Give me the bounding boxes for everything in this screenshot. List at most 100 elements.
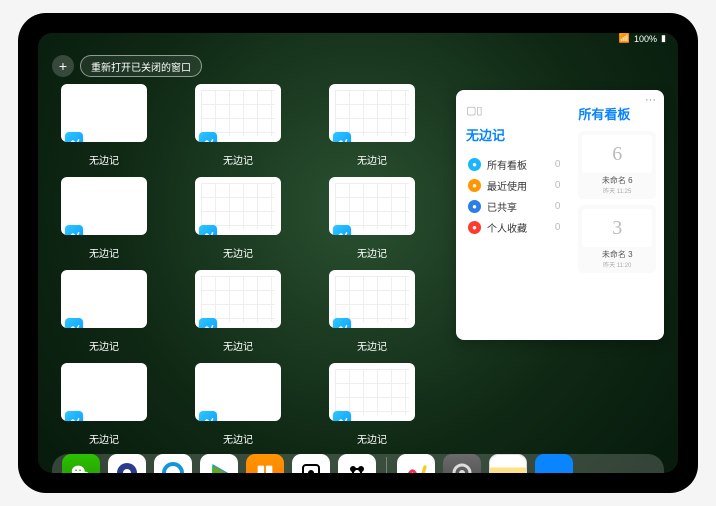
freeform-app-icon[interactable] [397,454,435,473]
freeform-app-icon [333,318,351,328]
sidebar-item[interactable]: ● 所有看板 0 [466,154,562,175]
app-icon[interactable] [338,454,376,473]
window-thumbnail[interactable]: 无边记 [320,177,424,260]
notes-app-icon[interactable] [489,454,527,473]
sidebar-item-icon: ● [468,179,481,192]
thumbnail-label: 无边记 [223,338,253,353]
tencent-video-app-icon[interactable] [200,454,238,473]
dock-divider [386,457,387,473]
freeform-app-icon [65,318,83,328]
content-title: 所有看板 [578,104,656,123]
thumbnail-label: 无边记 [89,152,119,167]
window-thumbnail[interactable]: 无边记 [52,363,156,446]
board-time: 昨天 11:25 [603,186,631,195]
thumbnail-label: 无边记 [89,431,119,446]
board-card[interactable]: 6 未命名 6昨天 11:25 [578,131,656,199]
board-card[interactable]: 3 未命名 3昨天 11:20 [578,205,656,273]
freeform-app-icon [199,318,217,328]
window-preview [329,84,415,142]
window-preview [195,270,281,328]
freeform-app-icon [333,411,351,421]
window-thumbnail[interactable]: 无边记 [320,270,424,353]
battery-percent: 100% [634,34,657,44]
sidebar-item-icon: ● [468,200,481,213]
thumbnail-label: 无边记 [89,338,119,353]
sidebar-item[interactable]: ●个人收藏0 [466,217,562,238]
window-preview [61,177,147,235]
panel-content: 所有看板 6 未命名 6昨天 11:25 3 未命名 3昨天 11:20 [570,90,664,340]
window-thumbnail[interactable]: 无边记 [52,270,156,353]
sidebar-item-count: 0 [555,159,561,170]
dock [52,454,664,473]
freeform-app-icon [333,132,351,142]
sidebar-item-count: 0 [555,180,561,191]
app-library-icon[interactable] [535,454,573,473]
window-preview [329,363,415,421]
window-thumbnail[interactable]: 无边记 [186,84,290,167]
window-preview [195,363,281,421]
sidebar-item-label: 最近使用 [487,178,549,193]
wechat-app-icon[interactable] [62,454,100,473]
board-name: 未命名 6 [602,175,633,186]
sidebar-item[interactable]: ● 最近使用 0 [466,175,562,196]
thumbnail-label: 无边记 [89,245,119,260]
wifi-icon: 📶 [619,33,630,44]
thumbnail-label: 无边记 [357,431,387,446]
thumbnail-label: 无边记 [357,152,387,167]
add-window-button[interactable]: + [52,55,74,77]
board-thumbnail: 6 [582,135,652,173]
freeform-app-icon [65,132,83,142]
freeform-app-icon [199,411,217,421]
settings-app-icon[interactable] [443,454,481,473]
sidebar-toggle-icon[interactable]: ▢▯ [466,104,562,117]
sidebar-item-label: 已共享 [487,199,549,214]
window-preview [61,84,147,142]
sidebar-item-count: 0 [555,222,561,233]
window-preview [61,363,147,421]
window-thumbnail[interactable]: 无边记 [320,84,424,167]
board-time: 昨天 11:20 [603,260,631,269]
reopen-closed-window-button[interactable]: 重新打开已关闭的窗口 [80,55,202,77]
window-thumbnail[interactable]: 无边记 [320,363,424,446]
thumbnail-label: 无边记 [223,245,253,260]
window-preview [195,84,281,142]
screen: 📶 100% ▮ + 重新打开已关闭的窗口 无边记无边记无边记无边记无边记无边记… [38,33,678,473]
sidebar-item-count: 0 [555,201,561,212]
window-thumbnail[interactable]: 无边记 [52,177,156,260]
thumbnail-label: 无边记 [223,431,253,446]
sidebar-item-icon: ● [468,158,481,171]
window-thumbnail[interactable]: 无边记 [186,270,290,353]
window-thumbnail[interactable]: 无边记 [52,84,156,167]
app-icon[interactable] [292,454,330,473]
freeform-app-icon [199,132,217,142]
window-preview [195,177,281,235]
freeform-app-icon [199,225,217,235]
panel-sidebar: ▢▯ 无边记 ●所有看板0●最近使用0●已共享0●个人收藏0 [456,90,570,340]
freeform-app-icon [65,225,83,235]
sidebar-item-label: 个人收藏 [487,220,549,235]
sidebar-item-label: 所有看板 [487,157,549,172]
board-thumbnail: 3 [582,209,652,247]
status-bar: 📶 100% ▮ [38,33,678,44]
thumbnail-label: 无边记 [357,245,387,260]
window-thumbnail[interactable]: 无边记 [186,363,290,446]
qqbrowser-app-icon[interactable] [154,454,192,473]
quark-app-icon[interactable] [108,454,146,473]
window-thumbnail[interactable]: 无边记 [186,177,290,260]
board-name: 未命名 3 [602,249,633,260]
window-preview [329,270,415,328]
window-thumbnails-grid: 无边记无边记无边记无边记无边记无边记无边记无边记无边记无边记无边记无边记 [52,84,444,446]
panel-more-icon[interactable]: ··· [645,94,656,106]
freeform-app-icon [333,225,351,235]
books-app-icon[interactable] [246,454,284,473]
thumbnail-label: 无边记 [223,152,253,167]
window-preview [61,270,147,328]
window-preview [329,177,415,235]
sidebar-item[interactable]: ● 已共享 0 [466,196,562,217]
battery-icon: ▮ [661,33,666,44]
freeform-app-icon [65,411,83,421]
freeform-app-panel[interactable]: ··· ▢▯ 无边记 ●所有看板0●最近使用0●已共享0●个人收藏0 所有看板 … [456,90,664,340]
panel-title: 无边记 [466,125,562,144]
top-controls: + 重新打开已关闭的窗口 [52,55,202,77]
thumbnail-label: 无边记 [357,338,387,353]
